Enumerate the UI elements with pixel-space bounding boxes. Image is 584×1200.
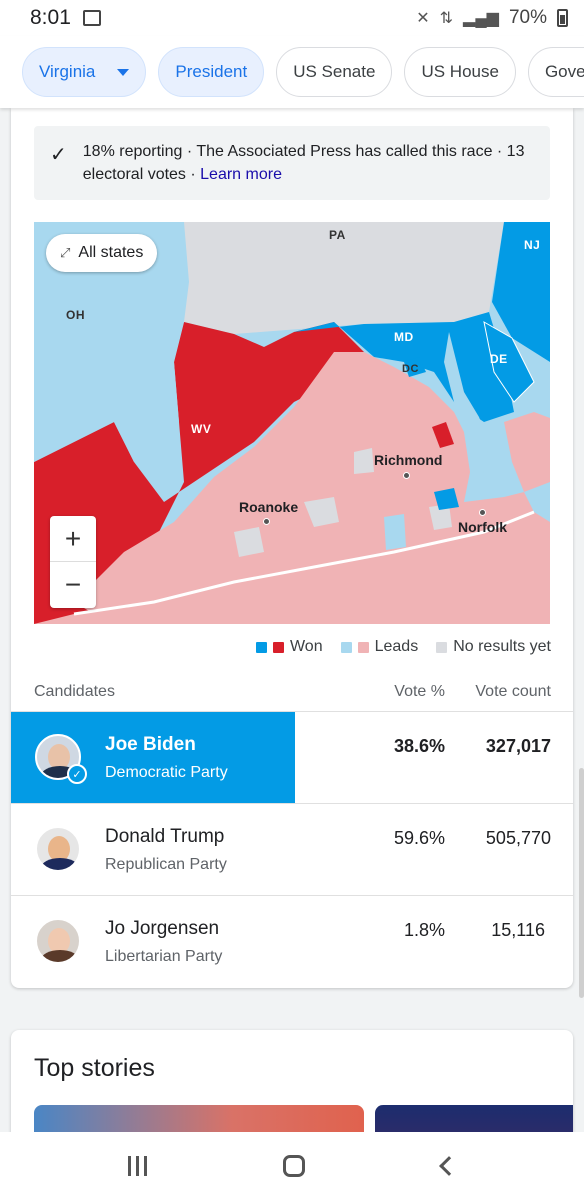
header-candidates: Candidates xyxy=(34,683,115,700)
chip-label: Virginia xyxy=(39,62,96,81)
map-label-oh: OH xyxy=(66,308,85,322)
header-vote-pct: Vote % xyxy=(394,683,445,700)
chip-label: US Senate xyxy=(293,62,376,81)
state-pa xyxy=(184,222,550,334)
notice-text: 18% reporting · The Associated Press has… xyxy=(82,143,525,183)
chip-us-house[interactable]: US House xyxy=(404,47,516,97)
map-label-wv: WV xyxy=(191,422,212,436)
candidate-row-jorgensen[interactable]: Jo Jorgensen Libertarian Party 1.8% 15,1… xyxy=(11,895,573,987)
legend-swatch-rep-won xyxy=(272,641,284,653)
avatar xyxy=(35,826,81,872)
city-dot-norfolk xyxy=(479,509,486,516)
dropdown-caret-icon xyxy=(117,68,130,76)
back-button[interactable] xyxy=(438,1156,459,1176)
city-dot-richmond xyxy=(403,472,410,479)
learn-more-link[interactable]: Learn more xyxy=(200,166,282,183)
battery-percent: 70% xyxy=(508,7,547,28)
chip-label: US House xyxy=(421,62,499,81)
header-vote-count: Vote count xyxy=(475,683,551,700)
race-call-notice: ✓ 18% reporting · The Associated Press h… xyxy=(34,126,550,200)
map-legend: Won Leads No results yet xyxy=(255,638,551,656)
legend-swatch-dem-leads xyxy=(340,641,352,653)
avatar xyxy=(35,918,81,964)
chip-governor[interactable]: Gover xyxy=(527,47,584,97)
check-icon: ✓ xyxy=(50,144,67,166)
zoom-in-button[interactable]: + xyxy=(50,516,96,562)
candidate-row-biden[interactable]: ✓ Joe Biden Democratic Party 38.6% 327,0… xyxy=(11,711,573,804)
legend-label-won: Won xyxy=(289,638,323,655)
candidate-name: Joe Biden xyxy=(105,734,196,755)
system-nav-bar xyxy=(0,1132,584,1200)
results-table-header: Candidates Vote % Vote count xyxy=(11,683,573,711)
filter-chips: Virginia President US Senate US House Go… xyxy=(0,36,584,108)
map-label-md: MD xyxy=(394,330,414,344)
all-states-label: All states xyxy=(78,244,144,261)
vote-count: 505,770 xyxy=(485,828,551,848)
map-label-pa: PA xyxy=(329,228,346,242)
chip-label: Gover xyxy=(544,62,584,81)
home-button[interactable] xyxy=(283,1155,306,1177)
zoom-controls: + − xyxy=(50,516,96,608)
mute-icon: ✕ xyxy=(416,10,430,27)
data-transfer-icon: ⇅ xyxy=(439,10,454,27)
county-dem-leads xyxy=(384,514,406,550)
city-label-roanoke: Roanoke xyxy=(239,499,299,515)
legend-label-no-results: No results yet xyxy=(453,638,551,655)
vote-count: 327,017 xyxy=(485,736,551,756)
results-card: ✓ 18% reporting · The Associated Press h… xyxy=(11,108,573,988)
candidate-name: Jo Jorgensen xyxy=(105,918,220,939)
county-no-results xyxy=(234,527,264,557)
map-label-dc: DC xyxy=(402,363,419,375)
results-map[interactable]: ⤢ All states PA NJ OH MD DE DC WV Richmo… xyxy=(34,222,550,624)
map-label-nj: NJ xyxy=(524,238,541,252)
chip-state-selector[interactable]: Virginia xyxy=(22,47,147,97)
candidate-row-trump[interactable]: Donald Trump Republican Party 59.6% 505,… xyxy=(11,803,573,895)
signal-icon: ▂▄▆ xyxy=(463,10,499,27)
scrollbar[interactable] xyxy=(579,768,584,998)
winner-check-icon: ✓ xyxy=(67,764,87,784)
vote-pct: 1.8% xyxy=(403,920,445,940)
chip-president[interactable]: President xyxy=(158,47,265,97)
candidate-name: Donald Trump xyxy=(105,826,225,847)
gallery-notification-icon xyxy=(82,10,101,26)
candidate-party: Democratic Party xyxy=(105,764,228,781)
chip-us-senate[interactable]: US Senate xyxy=(276,47,393,97)
vote-pct: 59.6% xyxy=(393,828,445,848)
clock: 8:01 xyxy=(30,6,71,29)
chip-label: President xyxy=(175,62,248,81)
candidate-party: Republican Party xyxy=(105,856,227,873)
legend-swatch-rep-leads xyxy=(357,641,369,653)
top-stories-title: Top stories xyxy=(34,1054,155,1082)
map-label-de: DE xyxy=(490,352,508,366)
legend-swatch-no-results xyxy=(436,641,448,653)
city-label-richmond: Richmond xyxy=(374,452,443,468)
battery-icon xyxy=(557,9,568,27)
all-states-button[interactable]: ⤢ All states xyxy=(46,234,158,272)
vote-pct: 38.6% xyxy=(393,736,445,756)
zoom-out-button[interactable]: − xyxy=(50,562,96,608)
city-label-norfolk: Norfolk xyxy=(458,519,507,535)
expand-icon: ⤢ xyxy=(60,245,71,260)
legend-swatch-dem-won xyxy=(255,641,267,653)
va-eastern-shore xyxy=(504,412,550,492)
legend-label-leads: Leads xyxy=(374,638,419,655)
county-no-results xyxy=(354,448,374,474)
recents-button[interactable] xyxy=(128,1156,148,1176)
candidate-party: Libertarian Party xyxy=(105,948,223,965)
vote-count: 15,116 xyxy=(491,920,545,940)
status-bar: 8:01 ✕ ⇅ ▂▄▆ 70% xyxy=(0,0,584,36)
map-canvas xyxy=(34,222,550,624)
city-dot-roanoke xyxy=(263,518,270,525)
